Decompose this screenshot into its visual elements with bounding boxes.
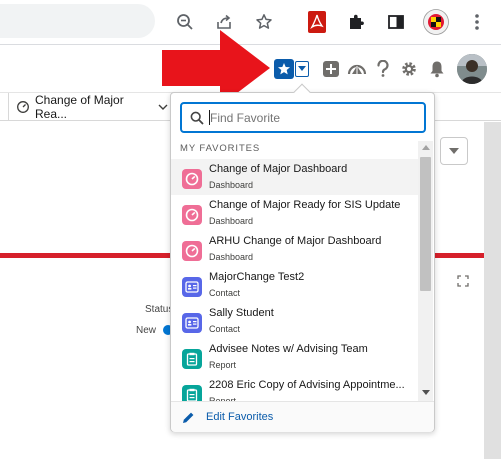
- list-item[interactable]: 2208 Eric Copy of Advising Appointme... …: [171, 375, 418, 401]
- item-title: Sally Student: [209, 307, 274, 319]
- notifications-bell-icon[interactable]: [427, 59, 447, 79]
- new-label: New: [136, 325, 157, 336]
- expand-icon[interactable]: [456, 274, 470, 288]
- item-title: 2208 Eric Copy of Advising Appointme...: [209, 379, 405, 391]
- dashboard-tab-icon: [17, 101, 29, 113]
- right-gutter: [484, 122, 501, 459]
- address-bar[interactable]: [0, 4, 155, 38]
- item-type: Contact: [209, 324, 241, 334]
- edit-favorites-footer[interactable]: Edit Favorites: [171, 401, 434, 432]
- pdf-extension-icon[interactable]: [305, 10, 329, 34]
- list-item[interactable]: Sally Student Contact: [171, 303, 418, 339]
- favorites-star-icon[interactable]: [274, 59, 294, 79]
- dashboard-icon: [182, 241, 202, 261]
- item-type: Dashboard: [209, 180, 254, 190]
- trailhead-icon[interactable]: [347, 59, 367, 79]
- filter-select[interactable]: [440, 137, 468, 165]
- scroll-up-icon[interactable]: [421, 141, 430, 153]
- item-title: Change of Major Ready for SIS Update: [209, 199, 401, 211]
- contact-icon: [182, 277, 202, 297]
- report-icon: [182, 385, 202, 401]
- list-item[interactable]: MajorChange Test2 Contact: [171, 267, 418, 303]
- favorites-scrollbar[interactable]: [418, 141, 433, 401]
- favorites-dropdown: MY FAVORITES Change of Major Dashboard D…: [170, 83, 435, 432]
- extensions-puzzle-icon[interactable]: [344, 10, 368, 34]
- help-icon[interactable]: [373, 59, 393, 79]
- user-avatar[interactable]: [457, 54, 487, 84]
- item-title: Change of Major Dashboard: [209, 163, 348, 175]
- item-type: Dashboard: [209, 252, 254, 262]
- list-item[interactable]: ARHU Change of Major Dashboard Dashboard: [171, 231, 418, 267]
- tab-label: Change of Major Rea...: [35, 93, 124, 121]
- find-favorite-input[interactable]: [210, 108, 420, 128]
- item-type: Dashboard: [209, 216, 254, 226]
- section-title: MY FAVORITES: [180, 143, 261, 154]
- favorites-list: Change of Major Dashboard Dashboard Chan…: [171, 159, 418, 401]
- scroll-down-icon[interactable]: [421, 386, 430, 398]
- item-type: Contact: [209, 288, 241, 298]
- item-title: ARHU Change of Major Dashboard: [209, 235, 382, 247]
- list-item[interactable]: Change of Major Ready for SIS Update Das…: [171, 195, 418, 231]
- item-title: Advisee Notes w/ Advising Team: [209, 343, 368, 355]
- item-title: MajorChange Test2: [209, 271, 305, 283]
- text-caret: [209, 110, 210, 125]
- edit-favorites-link[interactable]: Edit Favorites: [206, 411, 273, 423]
- side-panel-icon[interactable]: [384, 10, 408, 34]
- report-icon: [182, 349, 202, 369]
- find-favorite-field[interactable]: [180, 102, 426, 133]
- contact-icon: [182, 313, 202, 333]
- list-item[interactable]: Advisee Notes w/ Advising Team Report: [171, 339, 418, 375]
- pencil-icon: [182, 411, 195, 424]
- setup-gear-icon[interactable]: [399, 59, 419, 79]
- item-type: Report: [209, 360, 237, 370]
- chrome-menu-icon[interactable]: [465, 10, 489, 34]
- search-icon: [190, 111, 204, 125]
- profile-seal-icon[interactable]: [423, 9, 449, 35]
- scroll-thumb[interactable]: [420, 157, 431, 291]
- dashboard-icon: [182, 205, 202, 225]
- dashboard-icon: [182, 169, 202, 189]
- list-item[interactable]: Change of Major Dashboard Dashboard: [171, 159, 418, 195]
- global-actions-icon[interactable]: [321, 59, 341, 79]
- favorites-dropdown-icon[interactable]: [295, 61, 309, 77]
- tab-change-of-major[interactable]: Change of Major Rea...: [8, 93, 168, 121]
